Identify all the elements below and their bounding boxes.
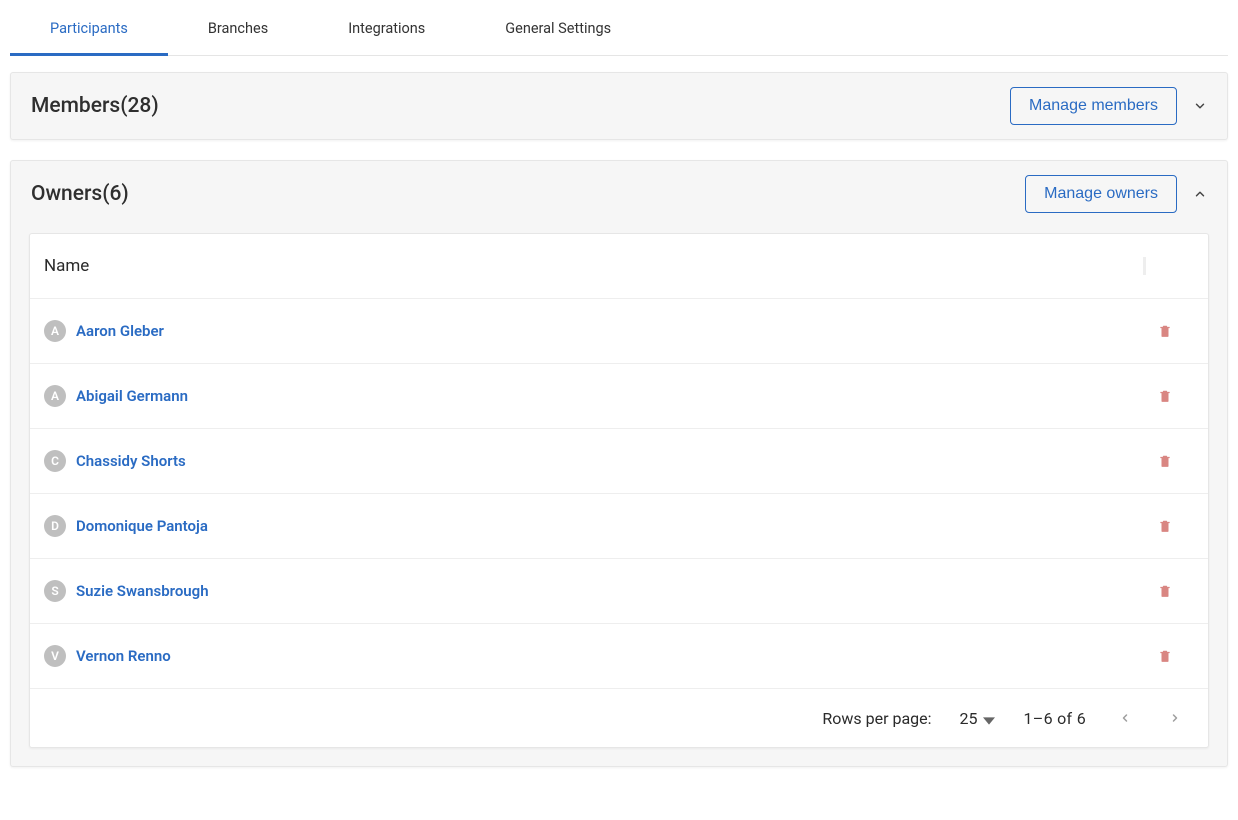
- chevron-up-icon[interactable]: [1193, 187, 1207, 201]
- tabs: Participants Branches Integrations Gener…: [10, 6, 1228, 56]
- user-link[interactable]: Vernon Renno: [76, 647, 171, 665]
- manage-owners-button[interactable]: Manage owners: [1025, 175, 1177, 213]
- trash-icon[interactable]: [1158, 583, 1172, 599]
- dropdown-triangle-icon: [983, 712, 995, 724]
- trash-icon[interactable]: [1158, 323, 1172, 339]
- table-row: A Abigail Germann: [30, 364, 1208, 429]
- tab-integrations[interactable]: Integrations: [308, 6, 465, 55]
- table-row: V Vernon Renno: [30, 624, 1208, 689]
- avatar: D: [44, 515, 66, 537]
- manage-members-button[interactable]: Manage members: [1010, 87, 1177, 125]
- tab-general-settings[interactable]: General Settings: [465, 6, 651, 55]
- tab-participants[interactable]: Participants: [10, 6, 168, 55]
- avatar: A: [44, 320, 66, 342]
- column-header-label: Name: [44, 256, 89, 276]
- rows-per-page-value: 25: [960, 709, 978, 728]
- user-link[interactable]: Aaron Gleber: [76, 322, 164, 340]
- owners-table: Name A Aaron Gleber A Abigail Germann C Chass…: [29, 233, 1209, 748]
- avatar: V: [44, 645, 66, 667]
- next-page-button[interactable]: [1164, 707, 1186, 729]
- user-link[interactable]: Suzie Swansbrough: [76, 582, 209, 600]
- user-link[interactable]: Abigail Germann: [76, 387, 188, 405]
- avatar: A: [44, 385, 66, 407]
- table-row: S Suzie Swansbrough: [30, 559, 1208, 624]
- trash-icon[interactable]: [1158, 648, 1172, 664]
- rows-per-page-select[interactable]: 25: [960, 709, 996, 728]
- trash-icon[interactable]: [1158, 388, 1172, 404]
- table-footer: Rows per page: 25 1–6 of 6: [30, 689, 1208, 747]
- table-row: C Chassidy Shorts: [30, 429, 1208, 494]
- pagination-range: 1–6 of 6: [1023, 709, 1086, 728]
- user-link[interactable]: Chassidy Shorts: [76, 452, 186, 470]
- user-link[interactable]: Domonique Pantoja: [76, 517, 208, 535]
- trash-icon[interactable]: [1158, 518, 1172, 534]
- trash-icon[interactable]: [1158, 453, 1172, 469]
- prev-page-button[interactable]: [1114, 707, 1136, 729]
- chevron-down-icon[interactable]: [1193, 99, 1207, 113]
- table-row: A Aaron Gleber: [30, 299, 1208, 364]
- avatar: C: [44, 450, 66, 472]
- members-panel: Members(28) Manage members: [10, 72, 1228, 140]
- rows-per-page-label: Rows per page:: [822, 709, 931, 728]
- column-header-name[interactable]: Name: [30, 234, 1208, 299]
- owners-title: Owners(6): [31, 182, 129, 206]
- column-resize-handle[interactable]: [1143, 257, 1146, 275]
- avatar: S: [44, 580, 66, 602]
- table-row: D Domonique Pantoja: [30, 494, 1208, 559]
- tab-branches[interactable]: Branches: [168, 6, 308, 55]
- members-title: Members(28): [31, 94, 159, 118]
- owners-panel: Owners(6) Manage owners Name A Aaron Gleb…: [10, 160, 1228, 767]
